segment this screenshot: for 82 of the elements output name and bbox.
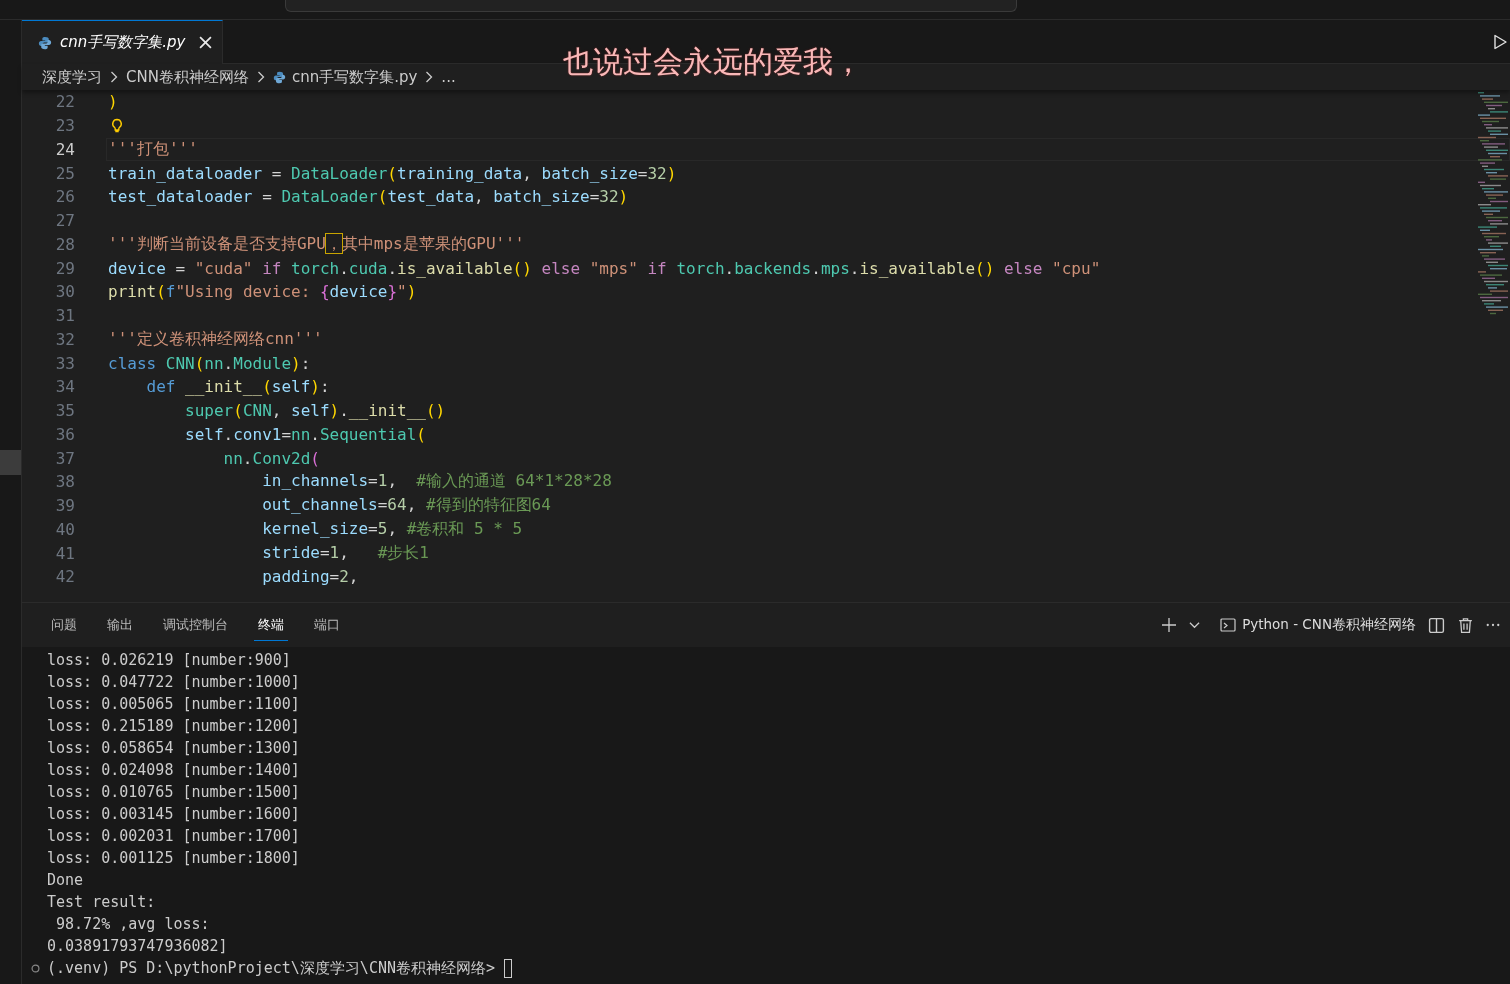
line-number: 38: [54, 472, 75, 492]
line-number: 23: [54, 116, 75, 136]
close-icon[interactable]: [199, 36, 213, 49]
code-line: device = "cuda" if torch.cuda.is_available() else "mps" if torch.backends.mps.is_available() else "cpu": [108, 258, 1101, 278]
line-number: 36: [54, 424, 75, 444]
breadcrumb-item[interactable]: cnn手写数字集.py: [291, 67, 418, 87]
chevron-down-icon[interactable]: [1189, 621, 1201, 629]
chevron-right-icon: [256, 71, 265, 83]
line-number: 42: [54, 567, 75, 587]
line-number: 28: [54, 234, 75, 254]
terminal-output-line: 0.03891793747936082]: [47, 936, 229, 957]
terminal-selector[interactable]: Python - CNN卷积神经网络: [1220, 616, 1416, 634]
breadcrumb-item[interactable]: CNN卷积神经网络: [126, 67, 249, 87]
code-line: test_dataloader = DataLoader(test_data, batch_size=32): [108, 187, 629, 207]
terminal-output-line: loss: 0.026219 [number:900]: [47, 650, 292, 671]
code-line: super(CNN, self).__init__(): [184, 401, 446, 421]
code-line: class CNN(nn.Module):: [108, 353, 311, 373]
terminal-output-line: loss: 0.003145 [number:1600]: [47, 804, 301, 825]
code-line: self.conv1=nn.Sequential(: [184, 424, 426, 444]
line-number: 22: [54, 92, 75, 112]
editor-tab[interactable]: cnn手写数字集.py: [22, 20, 224, 64]
line-number: 35: [54, 401, 75, 421]
panel-tab[interactable]: 端口: [310, 609, 344, 641]
terminal-output-line: loss: 0.001125 [number:1800]: [47, 848, 301, 869]
line-number: 27: [54, 211, 75, 231]
python-icon: [272, 70, 286, 84]
terminal-output-line: loss: 0.047722 [number:1000]: [47, 672, 301, 693]
terminal-output-line: loss: 0.002031 [number:1700]: [47, 826, 301, 847]
code-line: in_channels=1, #输入的通道 64*1*28*28: [261, 471, 612, 493]
terminal-output-line: loss: 0.010765 [number:1500]: [47, 782, 301, 803]
terminal-cursor: [504, 958, 512, 978]
line-number: 26: [54, 187, 75, 207]
panel-tab[interactable]: 输出: [103, 609, 137, 641]
plus-icon[interactable]: [1161, 617, 1178, 633]
line-number: 33: [54, 353, 75, 373]
line-number: 31: [54, 306, 75, 326]
terminal-output-line: 98.72% ,avg loss:: [55, 914, 211, 935]
code-line: stride=1, #步长1: [261, 542, 429, 564]
chevron-right-icon: [110, 71, 118, 83]
code-line: def __init__(self):: [145, 377, 330, 397]
terminal-output-line: Done: [47, 870, 85, 891]
line-number: 37: [54, 448, 75, 468]
line-number: 39: [54, 496, 75, 516]
panel-tab[interactable]: 终端: [254, 609, 288, 641]
line-number: 29: [54, 258, 75, 278]
lightbulb-icon[interactable]: [111, 117, 123, 134]
breadcrumb-item[interactable]: 深度学习: [42, 67, 102, 87]
line-number: 30: [54, 282, 75, 302]
code-line: '''打包''': [108, 138, 198, 160]
terminal-icon: [1220, 617, 1237, 633]
code-line: padding=2,: [261, 567, 359, 587]
panel-tab[interactable]: 调试控制台: [159, 609, 232, 641]
panel-tab[interactable]: 问题: [47, 609, 81, 641]
python-icon: [38, 35, 52, 50]
code-line: '''判断当前设备是否支持GPU，其中mps是苹果的GPU''': [108, 233, 525, 255]
code-line: ): [108, 92, 118, 112]
code-line: kernel_size=5, #卷积和 5 * 5: [261, 518, 523, 540]
lyric-overlay: 也说过会永远的爱我，: [563, 43, 863, 81]
chevron-right-icon: [425, 71, 434, 83]
line-number: 41: [54, 543, 75, 563]
terminal-prompt: (.venv) PS D:\pythonProject\深度学习\CNN卷积神经网络>: [47, 958, 495, 979]
trash-icon[interactable]: [1457, 616, 1474, 634]
line-number: 24: [54, 139, 75, 159]
code-line: print(f"Using device: {device}"): [108, 282, 417, 302]
terminal-output-line: loss: 0.058654 [number:1300]: [47, 738, 301, 759]
code-line: '''定义卷积神经网络cnn''': [108, 328, 323, 350]
line-number: 34: [54, 377, 75, 397]
code-line: out_channels=64, #得到的特征图64: [261, 495, 551, 517]
terminal-output-line: loss: 0.215189 [number:1200]: [47, 716, 301, 737]
line-number: 40: [54, 519, 75, 539]
terminal-output-line: loss: 0.024098 [number:1400]: [47, 760, 301, 781]
split-icon[interactable]: [1428, 616, 1445, 634]
breadcrumb-item[interactable]: ...: [441, 68, 456, 86]
line-number: 25: [54, 163, 75, 183]
more-icon[interactable]: [1486, 623, 1500, 627]
terminal-output-line: loss: 0.005065 [number:1100]: [47, 694, 301, 715]
terminal-output-line: Test result:: [47, 892, 157, 913]
code-line: train_dataloader = DataLoader(training_data, batch_size=32): [108, 163, 677, 183]
line-number: 32: [54, 329, 75, 349]
status-circle-icon: [31, 963, 40, 973]
run-icon[interactable]: [1492, 33, 1508, 50]
code-line: nn.Conv2d(: [222, 448, 320, 468]
